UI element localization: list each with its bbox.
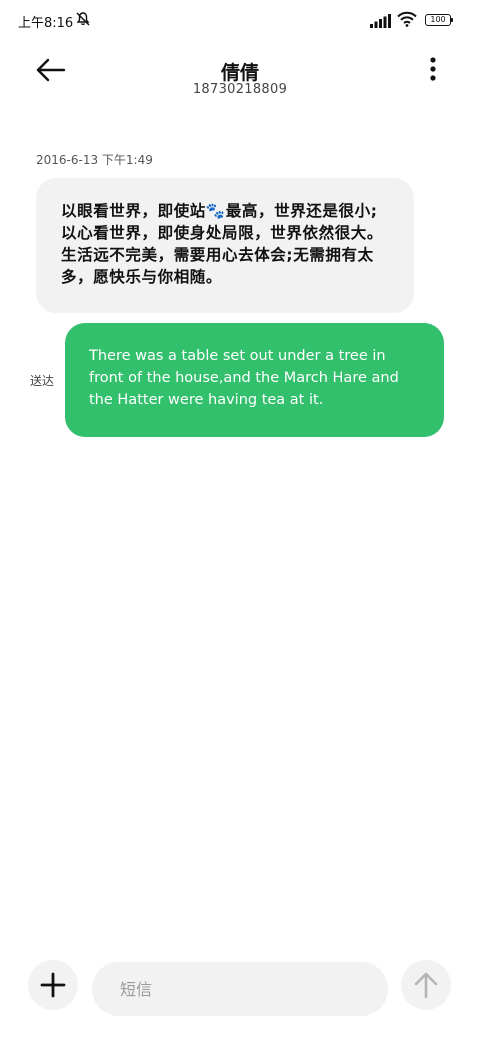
message-timestamp: 2016-6-13 下午1:49 <box>36 153 153 167</box>
send-arrow-icon <box>401 960 451 1010</box>
wifi-icon <box>397 11 417 27</box>
outgoing-message-bubble[interactable]: There was a table set out under a tree i… <box>65 323 444 437</box>
sms-input[interactable] <box>92 962 388 1016</box>
plus-icon <box>28 960 78 1010</box>
send-button[interactable] <box>401 960 451 1010</box>
back-button[interactable] <box>30 52 70 88</box>
incoming-message-bubble[interactable]: 以眼看世界，即使站🐾最高，世界还是很小;以心看世界，即使身处局限，世界依然很大。… <box>36 178 414 313</box>
contact-name: 倩倩 <box>220 62 259 84</box>
back-arrow-icon <box>30 52 70 88</box>
add-attachment-button[interactable] <box>28 960 78 1010</box>
mute-icon <box>75 11 91 27</box>
more-vertical-icon <box>418 54 448 84</box>
contact-phone-number: 18730218809 <box>192 82 288 97</box>
battery-tip <box>451 18 453 22</box>
more-options-button[interactable] <box>418 54 448 84</box>
signal-icon <box>370 14 392 28</box>
status-time: 上午8:16 <box>18 16 74 31</box>
status-bar: 上午8:16 100 <box>0 0 480 40</box>
incoming-message-text: 以眼看世界，即使站🐾最高，世界还是很小;以心看世界，即使身处局限，世界依然很大。… <box>61 202 384 286</box>
battery-level: 100 <box>425 14 451 26</box>
delivery-status: 送达 <box>30 374 55 388</box>
outgoing-message-text: There was a table set out under a tree i… <box>89 348 399 408</box>
battery-icon: 100 <box>425 14 453 26</box>
